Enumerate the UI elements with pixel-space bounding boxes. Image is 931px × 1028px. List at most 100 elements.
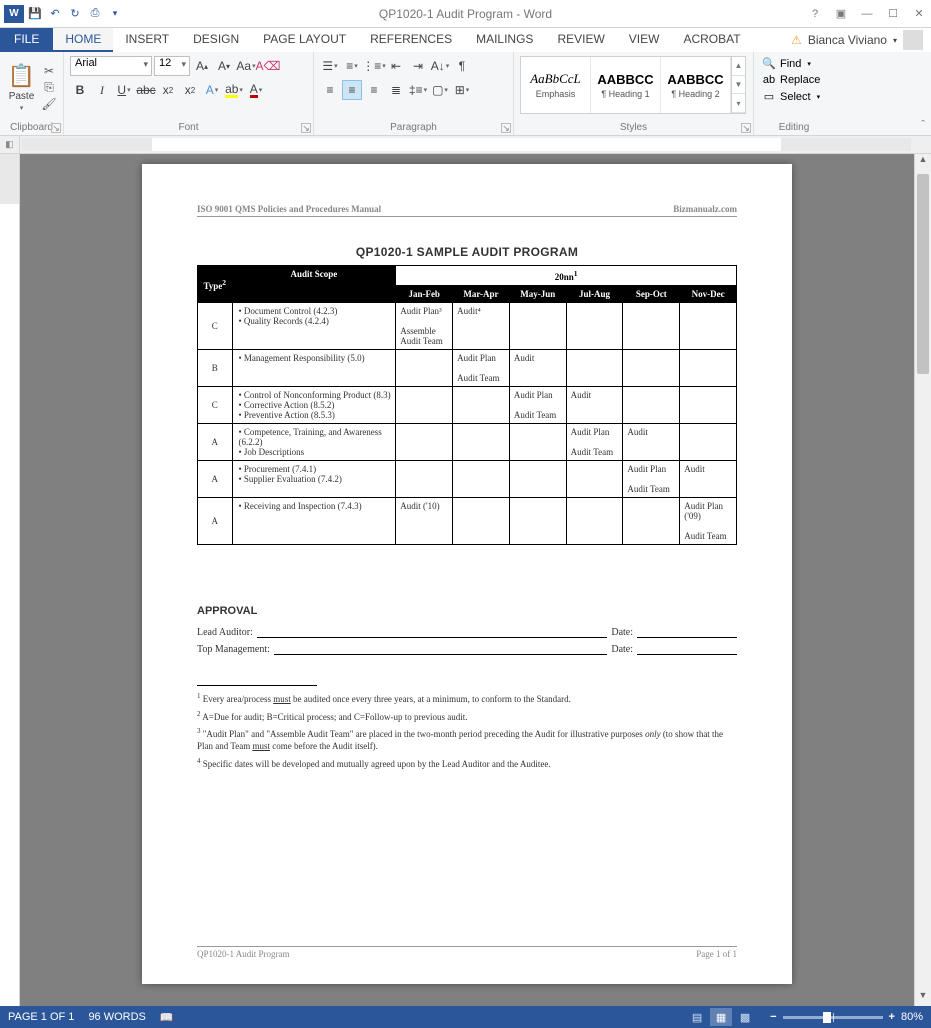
select-button[interactable]: ▭Select▾	[760, 89, 828, 104]
tab-page-layout[interactable]: PAGE LAYOUT	[251, 28, 358, 52]
style-item[interactable]: AABBCC¶ Heading 1	[591, 57, 661, 113]
tab-acrobat[interactable]: ACROBAT	[671, 28, 752, 52]
close-icon[interactable]: ✕	[911, 7, 927, 20]
tab-home[interactable]: HOME	[53, 28, 113, 52]
styles-gallery[interactable]: AaBbCcLEmphasisAABBCC¶ Heading 1AABBCC¶ …	[520, 56, 746, 114]
borders-icon[interactable]: ⊞	[452, 80, 472, 100]
tab-insert[interactable]: INSERT	[113, 28, 181, 52]
italic-button[interactable]: I	[92, 80, 112, 100]
zoom-handle[interactable]	[823, 1012, 831, 1023]
align-right-icon[interactable]: ≡	[364, 80, 384, 100]
find-button[interactable]: 🔍Find▾	[760, 56, 828, 71]
numbering-icon[interactable]: ≡	[342, 56, 362, 76]
page-header: ISO 9001 QMS Policies and Procedures Man…	[197, 204, 737, 217]
show-marks-icon[interactable]: ¶	[452, 56, 472, 76]
zoom-level[interactable]: 80%	[901, 1011, 923, 1023]
undo-icon[interactable]: ↶	[46, 5, 64, 23]
highlight-icon[interactable]: ab	[224, 80, 244, 100]
style-item[interactable]: AABBCC¶ Heading 2	[661, 57, 731, 113]
ruler-horizontal[interactable]	[22, 138, 911, 151]
superscript-button[interactable]: x2	[180, 80, 200, 100]
subscript-button[interactable]: x2	[158, 80, 178, 100]
align-center-icon[interactable]: ≡	[342, 80, 362, 100]
replace-button[interactable]: abReplace	[760, 73, 828, 87]
tab-file[interactable]: FILE	[0, 28, 53, 52]
underline-button[interactable]: U	[114, 80, 134, 100]
page-indicator[interactable]: PAGE 1 OF 1	[8, 1011, 74, 1023]
proofing-icon[interactable]: 📖	[160, 1011, 174, 1024]
footnotes: 1 Every area/process must be audited onc…	[197, 685, 737, 770]
redo-icon[interactable]: ↻	[66, 5, 84, 23]
font-color-icon[interactable]: A	[246, 80, 266, 100]
zoom-slider[interactable]	[783, 1016, 883, 1019]
help-icon[interactable]: ?	[807, 8, 823, 20]
styles-down-icon[interactable]: ▼	[732, 76, 745, 95]
web-layout-icon[interactable]: ▩	[734, 1008, 756, 1026]
font-size-combo[interactable]: 12	[154, 56, 190, 76]
bold-button[interactable]: B	[70, 80, 90, 100]
styles-launcher[interactable]: ↘	[741, 123, 751, 133]
sort-icon[interactable]: A↓	[430, 56, 450, 76]
warning-icon: ⚠	[791, 33, 802, 47]
clear-format-icon[interactable]: A⌫	[258, 56, 278, 76]
decrease-indent-icon[interactable]: ⇤	[386, 56, 406, 76]
view-buttons: ▤ ▦ ▩	[686, 1008, 756, 1026]
vertical-scrollbar[interactable]: ▲ ▼	[914, 154, 931, 1006]
zoom-control: − + 80%	[770, 1011, 923, 1023]
maximize-icon[interactable]: ☐	[885, 7, 901, 20]
copy-icon[interactable]: ⎘	[41, 80, 57, 95]
quickprint-icon[interactable]: ⎙	[86, 5, 104, 23]
bullets-icon[interactable]: ☰	[320, 56, 340, 76]
align-left-icon[interactable]: ≡	[320, 80, 340, 100]
read-mode-icon[interactable]: ▤	[686, 1008, 708, 1026]
shrink-font-icon[interactable]: A▾	[214, 56, 234, 76]
word-count[interactable]: 96 WORDS	[88, 1011, 145, 1023]
document-scroll[interactable]: ISO 9001 QMS Policies and Procedures Man…	[20, 154, 914, 1006]
ribbon: 📋 Paste ▾ ✂ ⎘ 🖌 Clipboard ↘ Arial 12 A▴ …	[0, 52, 931, 136]
scroll-thumb[interactable]	[917, 174, 929, 374]
page[interactable]: ISO 9001 QMS Policies and Procedures Man…	[142, 164, 792, 984]
styles-more-icon[interactable]: ▾	[732, 94, 745, 113]
style-item[interactable]: AaBbCcLEmphasis	[521, 57, 591, 113]
print-layout-icon[interactable]: ▦	[710, 1008, 732, 1026]
user-account[interactable]: ⚠ Bianca Viviano ▾	[791, 28, 931, 52]
format-painter-icon[interactable]: 🖌	[41, 97, 57, 111]
ribbon-options-icon[interactable]: ▣	[833, 7, 849, 20]
document-area: ISO 9001 QMS Policies and Procedures Man…	[0, 154, 931, 1006]
zoom-out-icon[interactable]: −	[770, 1011, 776, 1023]
paragraph-launcher[interactable]: ↘	[501, 123, 511, 133]
save-icon[interactable]: 💾	[26, 5, 44, 23]
justify-icon[interactable]: ≣	[386, 80, 406, 100]
cut-icon[interactable]: ✂	[41, 64, 57, 78]
tab-references[interactable]: REFERENCES	[358, 28, 464, 52]
change-case-icon[interactable]: Aa	[236, 56, 256, 76]
customize-qat-icon[interactable]: ▾	[106, 5, 124, 23]
font-launcher[interactable]: ↘	[301, 123, 311, 133]
minimize-icon[interactable]: —	[859, 8, 875, 20]
strikethrough-button[interactable]: abc	[136, 80, 156, 100]
audit-table: Type2 Audit Scope 20nn1 Jan-FebMar-AprMa…	[197, 265, 737, 545]
tab-view[interactable]: VIEW	[617, 28, 672, 52]
multilevel-icon[interactable]: ⋮≡	[364, 56, 384, 76]
increase-indent-icon[interactable]: ⇥	[408, 56, 428, 76]
tab-design[interactable]: DESIGN	[181, 28, 251, 52]
styles-up-icon[interactable]: ▲	[732, 57, 745, 76]
table-row: CControl of Nonconforming Product (8.3)C…	[198, 387, 737, 424]
scroll-up-icon[interactable]: ▲	[915, 154, 931, 170]
tab-review[interactable]: REVIEW	[545, 28, 616, 52]
collapse-ribbon-icon[interactable]: ˆ	[921, 119, 925, 131]
tab-mailings[interactable]: MAILINGS	[464, 28, 545, 52]
table-row: AProcurement (7.4.1)Supplier Evaluation …	[198, 461, 737, 498]
ruler-vertical[interactable]	[0, 154, 20, 1006]
paste-button[interactable]: 📋 Paste ▾	[6, 54, 37, 120]
text-effects-icon[interactable]: A	[202, 80, 222, 100]
line-spacing-icon[interactable]: ‡≡	[408, 80, 428, 100]
scroll-down-icon[interactable]: ▼	[915, 990, 931, 1006]
grow-font-icon[interactable]: A▴	[192, 56, 212, 76]
ruler-corner[interactable]: ◧	[0, 136, 20, 153]
font-name-combo[interactable]: Arial	[70, 56, 152, 76]
shading-icon[interactable]: ▢	[430, 80, 450, 100]
zoom-in-icon[interactable]: +	[889, 1011, 895, 1023]
clipboard-launcher[interactable]: ↘	[51, 123, 61, 133]
status-bar: PAGE 1 OF 1 96 WORDS 📖 ▤ ▦ ▩ − + 80%	[0, 1006, 931, 1028]
